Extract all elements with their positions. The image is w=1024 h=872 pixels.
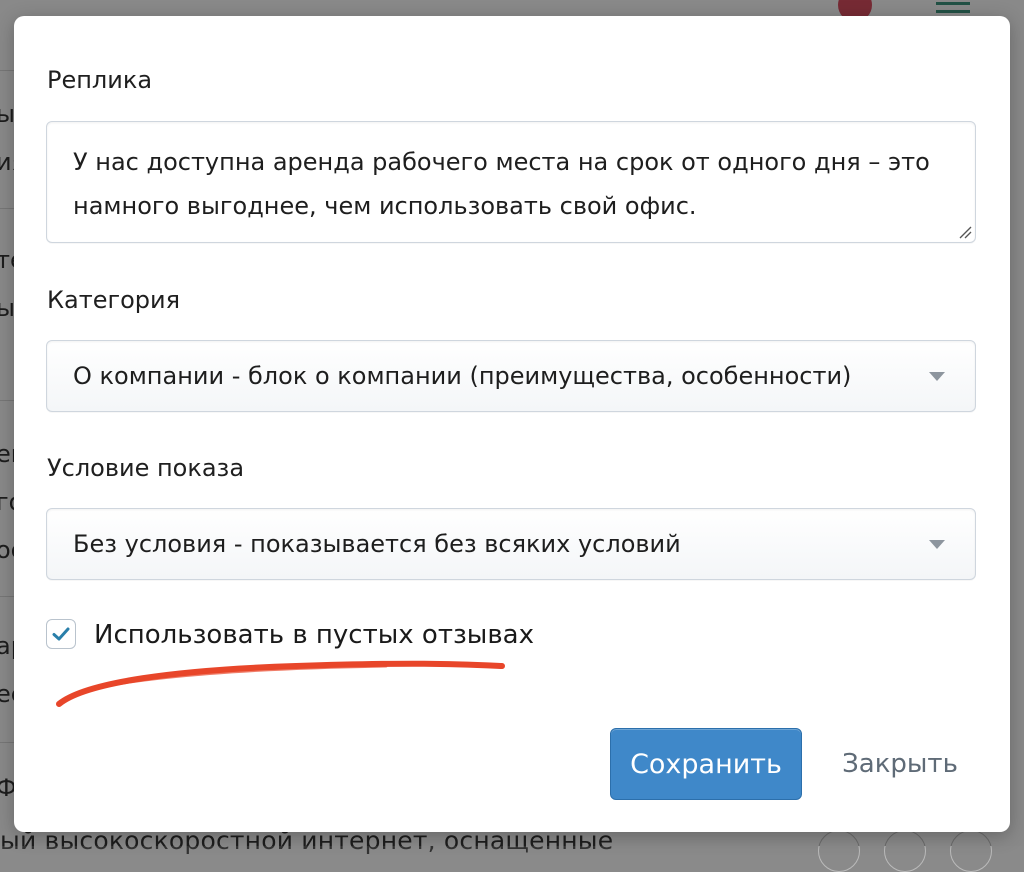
reply-textarea[interactable]: У нас доступна аренда рабочего места на … <box>46 121 976 243</box>
condition-selected-value: Без условия - показывается без всяких ус… <box>73 530 681 558</box>
resize-handle-icon[interactable] <box>958 225 972 239</box>
edit-reply-modal: Реплика У нас доступна аренда рабочего м… <box>14 16 1010 832</box>
use-in-empty-reviews-checkbox[interactable] <box>46 619 76 649</box>
condition-label: Условие показа <box>47 454 245 482</box>
annotation-underline <box>56 660 505 707</box>
checkmark-icon <box>52 627 70 641</box>
close-button[interactable]: Закрыть <box>830 728 970 800</box>
chevron-down-icon <box>929 539 945 549</box>
use-in-empty-reviews-label[interactable]: Использовать в пустых отзывах <box>94 620 534 650</box>
category-selected-value: О компании - блок о компании (преимущест… <box>73 362 852 390</box>
category-select[interactable]: О компании - блок о компании (преимущест… <box>46 340 976 412</box>
chevron-down-icon <box>929 371 945 381</box>
category-label: Категория <box>47 286 181 314</box>
reply-text: У нас доступна аренда рабочего места на … <box>73 148 930 220</box>
condition-select[interactable]: Без условия - показывается без всяких ус… <box>46 508 976 580</box>
reply-label: Реплика <box>47 66 153 94</box>
save-button[interactable]: Сохранить <box>610 728 802 800</box>
